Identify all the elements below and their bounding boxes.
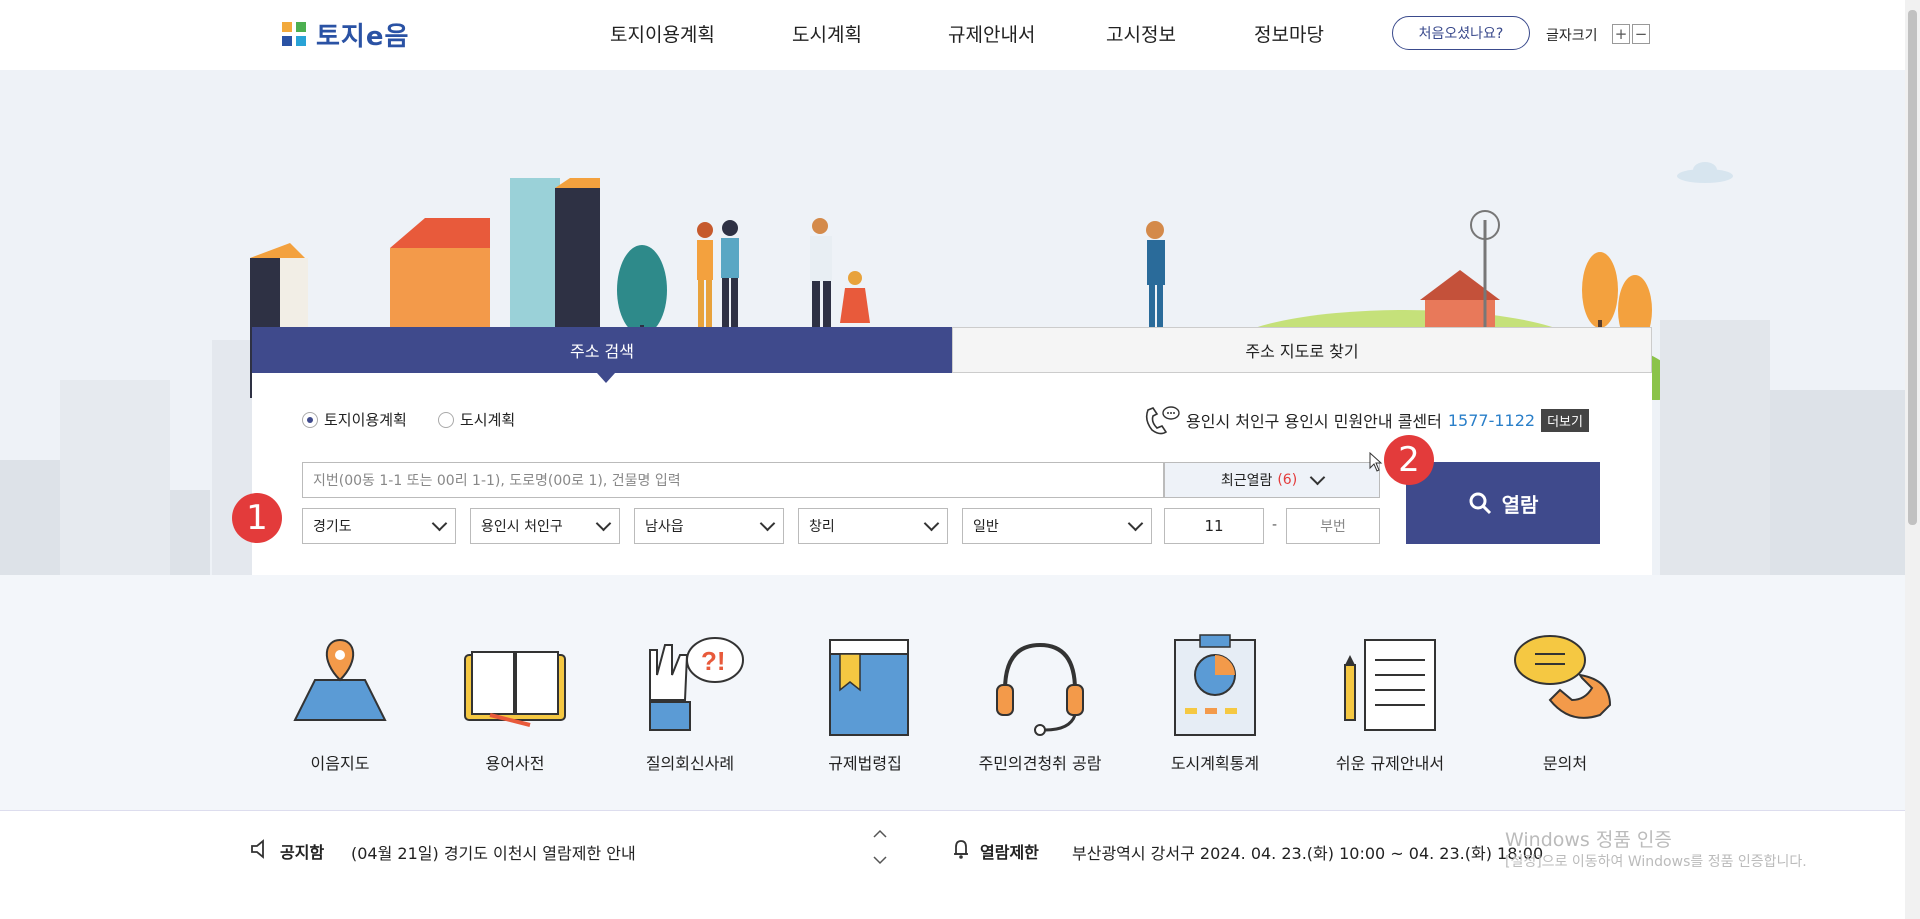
search-panel: 주소 검색 주소 지도로 찾기 토지이용계획 도시계획 용인시 처인구 용인시 … bbox=[252, 327, 1652, 575]
document-pencil-icon bbox=[1344, 639, 1436, 731]
tab-address-search[interactable]: 주소 검색 bbox=[252, 327, 952, 373]
main-number-input[interactable]: 11 bbox=[1164, 508, 1264, 544]
tab-map-search[interactable]: 주소 지도로 찾기 bbox=[952, 327, 1652, 373]
font-increase-button[interactable]: + bbox=[1612, 24, 1630, 44]
nav-info-square[interactable]: 정보마당 bbox=[1254, 20, 1324, 47]
select-city[interactable]: 용인시 처인구 bbox=[470, 508, 620, 544]
nav-notice-info[interactable]: 고시정보 bbox=[1106, 20, 1176, 47]
hero-banner: 주소 검색 주소 지도로 찾기 토지이용계획 도시계획 용인시 처인구 용인시 … bbox=[0, 70, 1905, 575]
notice-text[interactable]: (04월 21일) 경기도 이천시 열람제한 안내 bbox=[351, 840, 636, 864]
number-separator: - bbox=[1272, 517, 1278, 533]
select-town[interactable]: 남사읍 bbox=[634, 508, 784, 544]
quick-item-easy-guide-label: 쉬운 규제안내서 bbox=[1335, 754, 1445, 773]
nav-regulation-guide[interactable]: 규제안내서 bbox=[948, 20, 1035, 47]
clipboard-chart-icon bbox=[1174, 634, 1256, 736]
quick-item-map-label: 이음지도 bbox=[310, 754, 370, 773]
law-book-icon bbox=[829, 639, 909, 736]
chevron-down-icon[interactable] bbox=[872, 855, 888, 867]
quick-item-contact[interactable]: 문의처 bbox=[1475, 630, 1655, 774]
cloud-icon bbox=[1677, 162, 1733, 183]
chevron-down-icon bbox=[1309, 469, 1326, 485]
select-province-value: 경기도 bbox=[313, 519, 352, 535]
restrict-label: 열람제한 bbox=[980, 843, 1039, 862]
more-button[interactable]: 더보기 bbox=[1541, 408, 1589, 432]
quick-item-glossary[interactable]: 용어사전 bbox=[425, 630, 605, 774]
quick-item-public-notice[interactable]: 주민의견청취 공람 bbox=[950, 630, 1130, 774]
scrollbar-thumb[interactable] bbox=[1908, 10, 1917, 525]
quick-item-contact-label: 문의처 bbox=[1542, 754, 1588, 773]
radio-urban-plan-label: 도시계획 bbox=[460, 411, 516, 429]
page-scrollbar[interactable] bbox=[1905, 0, 1920, 919]
recent-views-label: 최근열람 bbox=[1220, 473, 1273, 489]
chevron-down-icon bbox=[923, 515, 940, 531]
nav-urban-plan[interactable]: 도시계획 bbox=[792, 20, 862, 47]
select-province[interactable]: 경기도 bbox=[302, 508, 456, 544]
quick-item-glossary-label: 용어사전 bbox=[485, 754, 545, 773]
windows-watermark-title: Windows 정품 인증 bbox=[1505, 829, 1672, 851]
quick-item-qa-cases-label: 질의회신사례 bbox=[645, 754, 735, 773]
site-header: 토지e음 토지이용계획 도시계획 규제안내서 고시정보 정보마당 처음오셨나요?… bbox=[0, 0, 1920, 70]
mouse-cursor-icon bbox=[1369, 452, 1383, 472]
svg-text:?!: ?! bbox=[701, 646, 726, 676]
quick-item-map[interactable]: 이음지도 bbox=[250, 630, 430, 774]
chevron-down-icon bbox=[759, 515, 776, 531]
quick-item-law-book-label: 규제법령집 bbox=[828, 754, 902, 773]
view-button[interactable]: 열람 bbox=[1406, 462, 1600, 544]
question-hand-icon: ?! bbox=[649, 637, 744, 731]
notice-bar: 공지함 (04월 21일) 경기도 이천시 열람제한 안내 열람제한 부산광역시… bbox=[0, 810, 1905, 889]
headset-icon bbox=[996, 642, 1084, 736]
address-search-input[interactable]: 지번(00동 1-1 또는 00리 1-1), 도로명(00로 1), 건물명 … bbox=[302, 462, 1164, 498]
step-badge-1: 1 bbox=[232, 493, 282, 543]
first-visit-button[interactable]: 처음오셨나요? bbox=[1392, 16, 1530, 50]
chevron-down-icon bbox=[1127, 515, 1144, 531]
quick-menu: 이음지도 용어사전 ?! 질의회신사례 규제법령집 주민의견청취 공람 도시계획… bbox=[0, 575, 1905, 810]
select-village-value: 창리 bbox=[809, 519, 835, 535]
radio-urban-plan[interactable]: 도시계획 bbox=[438, 409, 515, 430]
windows-watermark-text: [설정]으로 이동하여 Windows를 정품 인증합니다. bbox=[1505, 854, 1807, 870]
radio-button[interactable] bbox=[438, 411, 454, 428]
search-icon bbox=[1469, 492, 1491, 515]
select-town-value: 남사읍 bbox=[645, 519, 684, 535]
radio-button-selected[interactable] bbox=[302, 411, 318, 428]
phone-chat-icon bbox=[1145, 406, 1180, 435]
recent-views-dropdown[interactable]: 최근열람 (6) bbox=[1164, 462, 1380, 498]
nav-land-use-plan[interactable]: 토지이용계획 bbox=[610, 20, 715, 47]
radio-land-use-label: 토지이용계획 bbox=[324, 411, 407, 429]
quick-item-easy-guide[interactable]: 쉬운 규제안내서 bbox=[1300, 630, 1480, 774]
font-size-label: 글자크기 bbox=[1546, 28, 1598, 44]
quick-item-statistics[interactable]: 도시계획통계 bbox=[1125, 630, 1305, 774]
logo-text: 토지e음 bbox=[316, 22, 410, 52]
active-tab-indicator bbox=[597, 373, 615, 383]
select-city-value: 용인시 처인구 bbox=[481, 519, 563, 535]
select-village[interactable]: 창리 bbox=[798, 508, 948, 544]
quick-item-statistics-label: 도시계획통계 bbox=[1170, 754, 1260, 773]
callcenter-info: 용인시 처인구 용인시 민원안내 콜센터 1577-1122 더보기 bbox=[1142, 404, 1589, 436]
chevron-down-icon bbox=[595, 515, 612, 531]
sub-number-input[interactable]: 부번 bbox=[1286, 508, 1380, 544]
view-button-label: 열람 bbox=[1501, 492, 1539, 517]
bell-icon bbox=[954, 840, 968, 859]
select-land-type-value: 일반 bbox=[973, 519, 999, 535]
callcenter-text: 용인시 처인구 용인시 민원안내 콜센터 bbox=[1186, 412, 1442, 431]
quick-item-public-notice-label: 주민의견청취 공람 bbox=[978, 754, 1102, 773]
chevron-up-icon[interactable] bbox=[872, 827, 888, 839]
quick-item-law-book[interactable]: 규제법령집 bbox=[775, 630, 955, 774]
speaker-icon bbox=[251, 839, 264, 859]
open-book-icon bbox=[464, 651, 566, 727]
radio-land-use[interactable]: 토지이용계획 bbox=[302, 409, 407, 430]
select-land-type[interactable]: 일반 bbox=[962, 508, 1152, 544]
phone-speech-icon bbox=[1514, 635, 1612, 719]
chevron-down-icon bbox=[431, 515, 448, 531]
site-logo[interactable]: 토지e음 bbox=[280, 16, 409, 53]
logo-icon bbox=[282, 21, 306, 46]
step-badge-2: 2 bbox=[1384, 435, 1434, 485]
recent-views-count: (6) bbox=[1277, 472, 1298, 488]
callcenter-number: 1577-1122 bbox=[1447, 410, 1536, 430]
map-pin-icon bbox=[293, 638, 387, 721]
font-decrease-button[interactable]: − bbox=[1632, 24, 1650, 44]
notice-label: 공지함 bbox=[280, 843, 325, 862]
restrict-text: 부산광역시 강서구 2024. 04. 23.(화) 10:00 ~ 04. 2… bbox=[1072, 844, 1544, 863]
quick-item-qa-cases[interactable]: ?! 질의회신사례 bbox=[600, 630, 780, 774]
